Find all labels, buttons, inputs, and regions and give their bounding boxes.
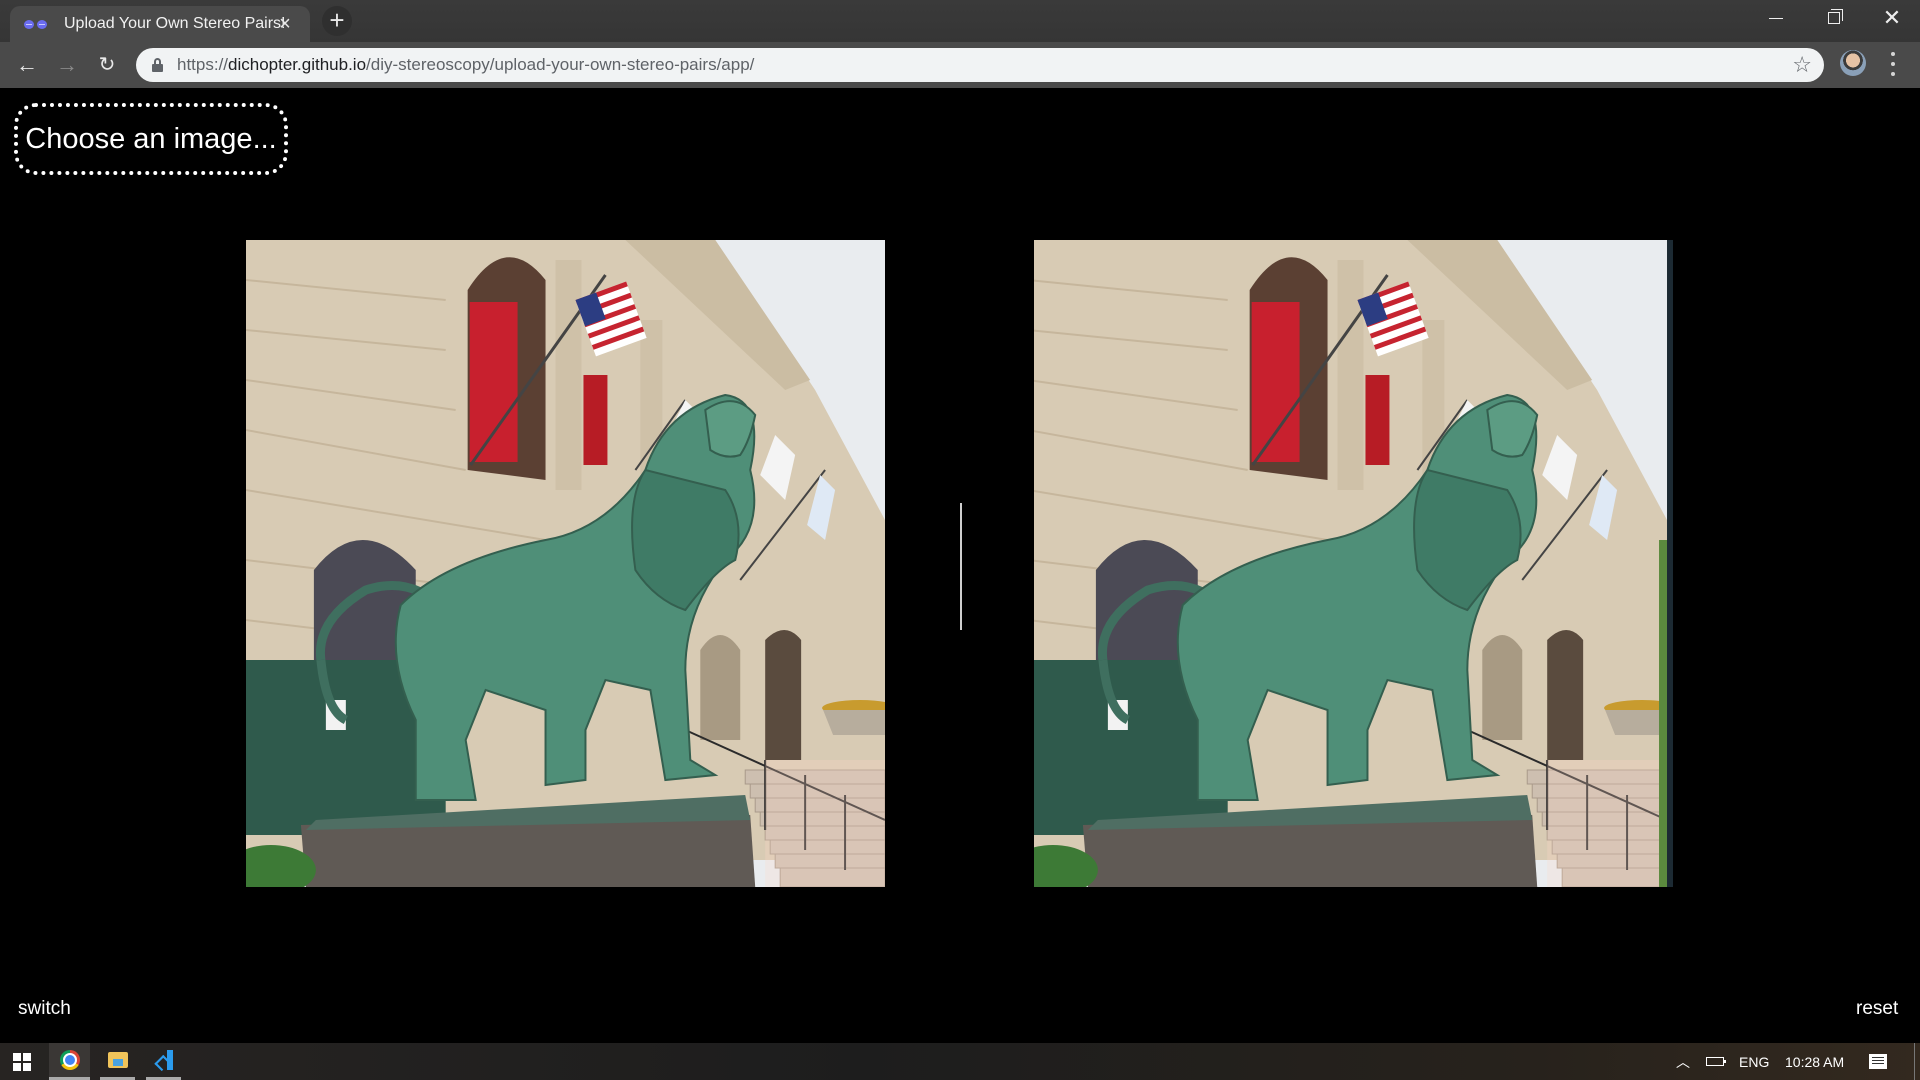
tab-title: Upload Your Own Stereo Pairs! [64,15,286,32]
vscode-icon [155,1050,173,1070]
folder-icon [107,1052,128,1068]
menu-dot-icon [1891,62,1895,66]
stereo-glasses-icon [24,17,50,31]
battery-icon[interactable] [1706,1043,1730,1080]
reload-button[interactable]: ↻ [90,48,124,82]
choose-image-button[interactable]: Choose an image... [14,103,288,175]
language-indicator[interactable]: ENG [1739,1043,1769,1080]
right-stereo-image [1034,240,1673,887]
back-button[interactable]: ← [10,48,44,82]
clock[interactable]: 10:28 AM [1785,1043,1844,1080]
windows-taskbar: ︿ ENG 10:28 AM [0,1043,1920,1080]
restore-icon [1828,9,1843,24]
tab-close-button[interactable]: × [274,13,296,35]
taskbar-vscode[interactable] [146,1043,181,1080]
forward-button[interactable]: → [50,48,84,82]
switch-button[interactable]: switch [18,998,71,1020]
reset-button[interactable]: reset [1856,998,1898,1020]
app-page: Choose an image... switch reset [0,88,1920,1043]
action-center-icon[interactable] [1869,1043,1889,1080]
taskbar-chrome[interactable] [49,1043,90,1080]
minimize-icon [1769,17,1783,19]
address-bar[interactable]: https://dichopter.github.io/diy-stereosc… [136,48,1824,82]
menu-dot-icon [1891,52,1895,56]
start-button[interactable] [0,1043,44,1080]
profile-avatar[interactable] [1840,50,1866,76]
url-text[interactable]: https://dichopter.github.io/diy-stereosc… [177,55,754,75]
bookmark-star-icon[interactable]: ☆ [1792,52,1812,78]
url-scheme: https:// [177,55,229,74]
chrome-icon [59,1050,80,1070]
new-tab-button[interactable]: + [322,6,352,36]
taskbar-file-explorer[interactable] [100,1043,135,1080]
center-divider [960,503,962,630]
browser-toolbar: ← → ↻ https://dichopter.github.io/diy-st… [0,42,1920,88]
show-desktop-button[interactable] [1914,1043,1915,1080]
browser-titlebar: Upload Your Own Stereo Pairs! × + ✕ [0,0,1920,42]
menu-dot-icon [1891,72,1895,76]
tray-overflow-chevron-icon[interactable]: ︿ [1676,1043,1696,1080]
url-path: /diy-stereoscopy/upload-your-own-stereo-… [366,55,755,74]
window-restore-button[interactable] [1806,0,1862,36]
browser-menu-button[interactable] [1886,52,1900,76]
window-close-button[interactable]: ✕ [1864,0,1920,36]
url-host: dichopter.github.io [228,55,367,74]
lion-scene-right [1034,240,1673,887]
browser-tab-active[interactable]: Upload Your Own Stereo Pairs! × [10,6,310,42]
left-stereo-image [246,240,885,887]
lion-scene-left [246,240,885,887]
lock-icon[interactable] [152,58,163,72]
windows-logo-icon [13,1052,31,1071]
window-minimize-button[interactable] [1748,0,1804,36]
